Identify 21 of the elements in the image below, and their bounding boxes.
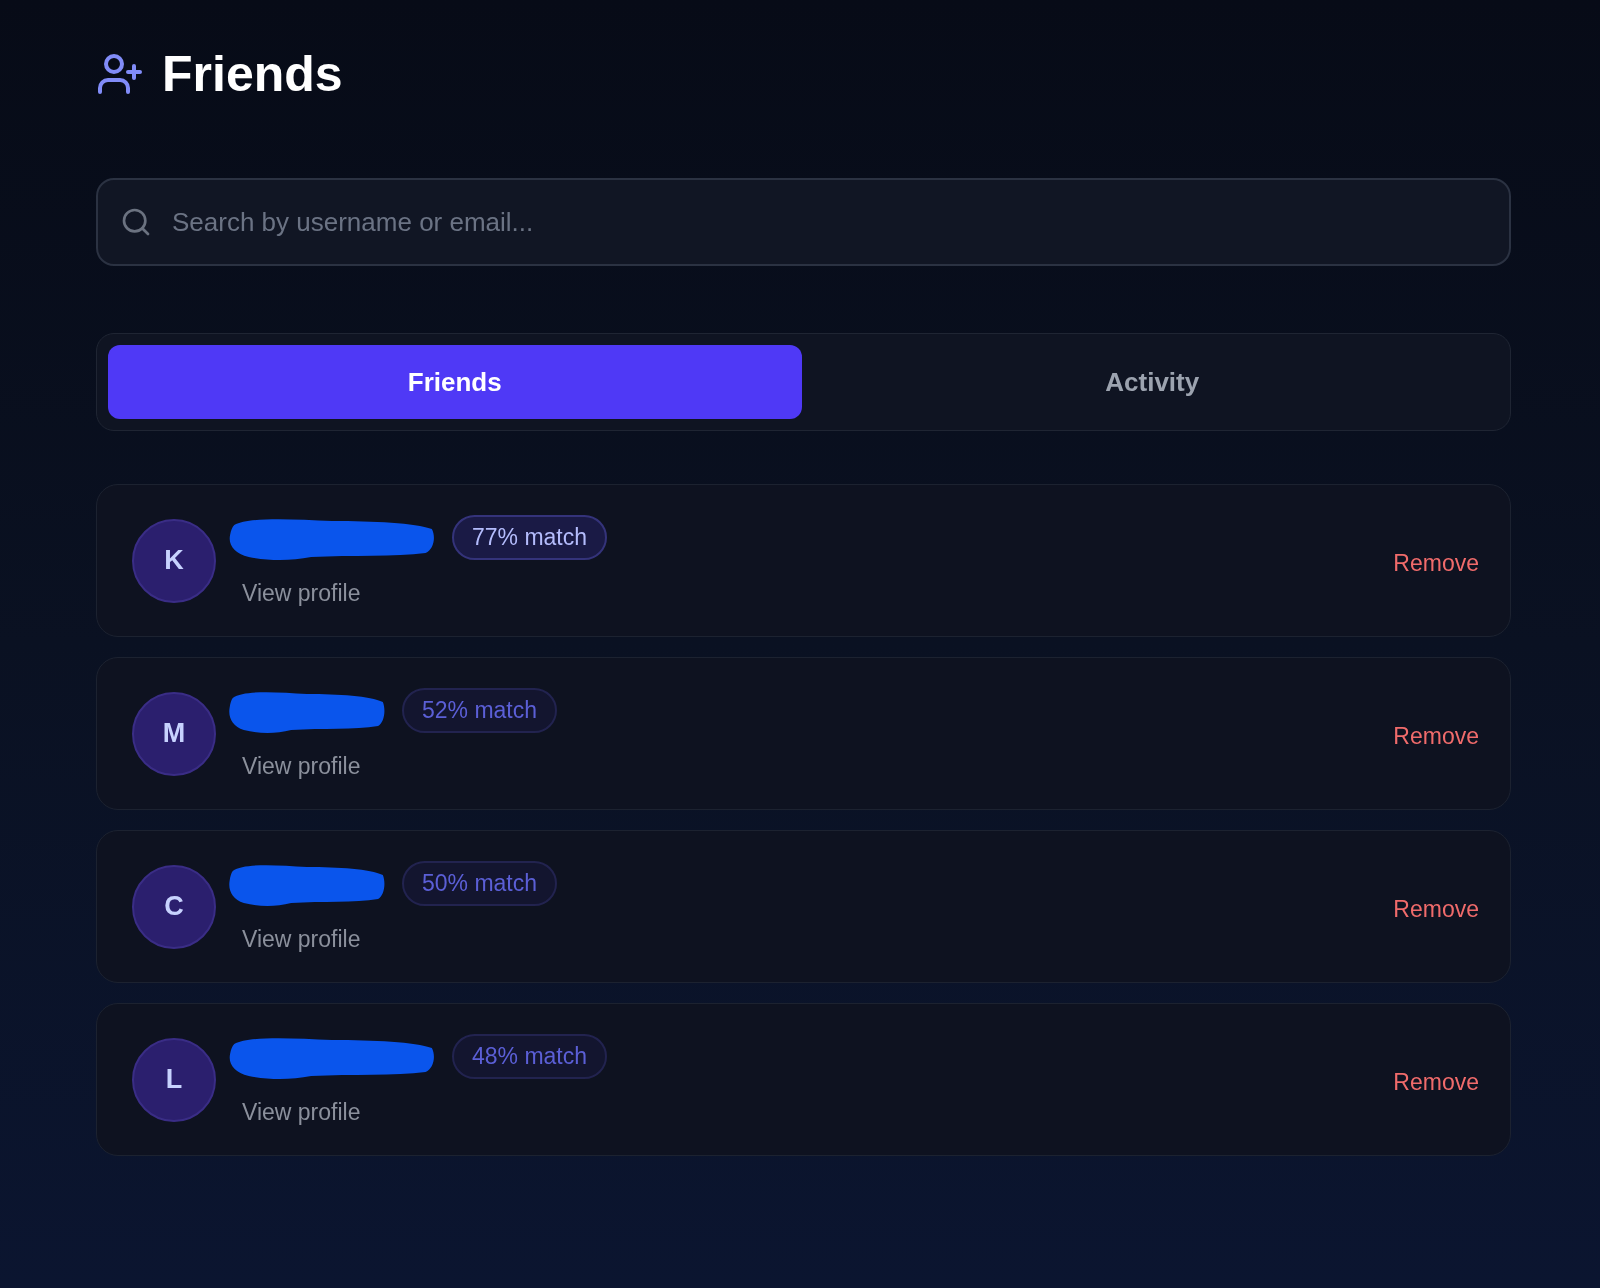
match-badge: 52% match (402, 688, 558, 733)
tab[interactable]: Activity (805, 345, 1499, 419)
remove-button[interactable]: Remove (1393, 892, 1479, 927)
search-field[interactable]: Search by username or email... (96, 178, 1511, 266)
remove-button[interactable]: Remove (1393, 546, 1479, 581)
tab[interactable]: Friends (108, 345, 802, 419)
remove-button[interactable]: Remove (1393, 1065, 1479, 1100)
avatar: K (132, 518, 216, 603)
match-badge: 48% match (452, 1034, 608, 1079)
avatar: C (132, 864, 216, 949)
search-icon (120, 206, 152, 238)
page-title: Friends (162, 45, 343, 104)
match-badge: 77% match (452, 515, 608, 560)
remove-button[interactable]: Remove (1393, 719, 1479, 754)
view-profile-link[interactable]: View profile (242, 924, 361, 953)
view-profile-link[interactable]: View profile (242, 1097, 361, 1126)
avatar: M (132, 691, 216, 776)
view-profile-link[interactable]: View profile (242, 578, 361, 607)
avatar: L (132, 1037, 216, 1122)
match-badge: 50% match (402, 861, 558, 906)
view-profile-link[interactable]: View profile (242, 751, 361, 780)
